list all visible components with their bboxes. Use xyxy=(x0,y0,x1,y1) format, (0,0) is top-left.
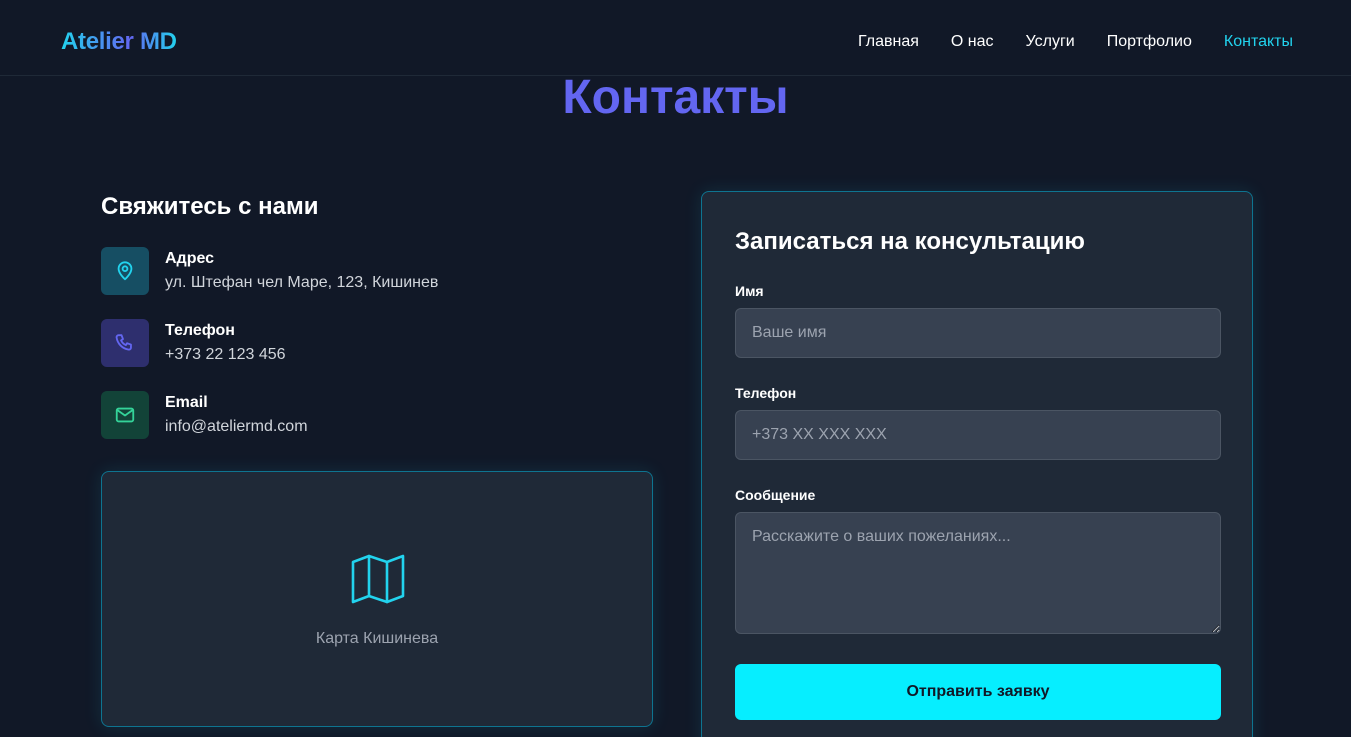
consultation-form: Записаться на консультацию Имя Телефон С… xyxy=(701,191,1253,737)
contact-item-email: Email info@ateliermd.com xyxy=(101,391,601,439)
submit-button[interactable]: Отправить заявку xyxy=(735,664,1221,720)
nav-item-contacts[interactable]: Контакты xyxy=(1224,33,1293,51)
logo[interactable]: Atelier MD xyxy=(61,28,177,56)
form-title: Записаться на консультацию xyxy=(735,228,1085,255)
map-caption: Карта Кишинева xyxy=(315,630,439,647)
contact-label-email: Email xyxy=(165,394,208,411)
nav-item-services[interactable]: Услуги xyxy=(1026,33,1075,51)
main-nav: Главная О нас Услуги Портфолио Контакты xyxy=(858,33,1293,51)
site-header: Atelier MD Главная О нас Услуги Портфоли… xyxy=(0,0,1351,76)
mail-icon xyxy=(101,391,149,439)
name-label: Имя xyxy=(735,283,764,299)
contacts-page: Atelier MD Главная О нас Услуги Портфоли… xyxy=(0,0,1351,737)
phone-label: Телефон xyxy=(735,385,797,401)
contact-label-address: Адрес xyxy=(165,250,215,267)
phone-icon xyxy=(101,319,149,367)
name-input[interactable] xyxy=(735,308,1221,358)
contact-item-address: Адрес ул. Штефан чел Маре, 123, Кишинев xyxy=(101,247,601,295)
contact-value-address: ул. Штефан чел Маре, 123, Кишинев xyxy=(165,274,439,291)
contact-heading: Свяжитесь с нами xyxy=(101,193,319,220)
nav-item-home[interactable]: Главная xyxy=(858,33,919,51)
nav-item-about[interactable]: О нас xyxy=(951,33,994,51)
contact-item-phone: Телефон +373 22 123 456 xyxy=(101,319,601,367)
contact-value-phone[interactable]: +373 22 123 456 xyxy=(165,346,286,364)
contact-label-phone: Телефон xyxy=(165,322,235,339)
map-pin-icon xyxy=(101,247,149,295)
message-textarea[interactable] xyxy=(735,512,1221,634)
message-label: Сообщение xyxy=(735,487,816,503)
phone-input[interactable] xyxy=(735,410,1221,460)
map-placeholder[interactable]: Карта Кишинева xyxy=(101,471,653,727)
contact-value-email[interactable]: info@ateliermd.com xyxy=(165,418,308,436)
page-title: Контакты xyxy=(562,71,789,124)
nav-item-portfolio[interactable]: Портфолио xyxy=(1107,33,1192,51)
map-icon xyxy=(351,554,405,604)
